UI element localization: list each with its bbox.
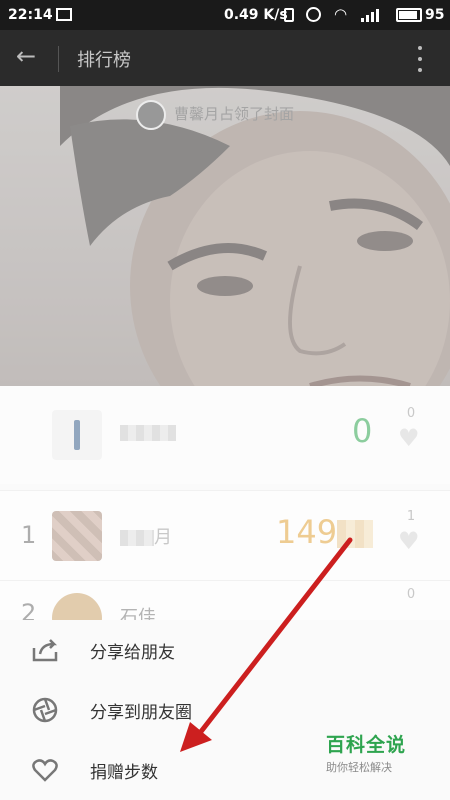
donate-steps-label: 捐赠步数 bbox=[90, 763, 158, 783]
share-icon bbox=[32, 639, 58, 662]
watermark-tagline: 助你轻松解决 bbox=[326, 761, 392, 774]
share-to-friend-label: 分享给朋友 bbox=[90, 643, 175, 663]
more-vert-icon[interactable] bbox=[417, 46, 423, 72]
signal-icon bbox=[361, 8, 383, 22]
modal-backdrop[interactable] bbox=[0, 86, 450, 620]
moments-shutter-icon bbox=[32, 697, 58, 723]
share-to-friend-item[interactable]: 分享给朋友 bbox=[0, 620, 450, 680]
divider bbox=[58, 46, 59, 72]
battery-level: 95 bbox=[425, 7, 445, 23]
watermark-brand: 百科全说 bbox=[326, 734, 407, 756]
network-speed: 0.49 K/s bbox=[224, 7, 288, 23]
battery-icon bbox=[396, 8, 422, 22]
alarm-icon bbox=[306, 7, 321, 22]
page-title: 排行榜 bbox=[77, 50, 131, 71]
watermark: 百科全说 助你轻松解决 bbox=[326, 730, 406, 775]
share-to-moments-label: 分享到朋友圈 bbox=[90, 703, 192, 723]
notification-image-icon bbox=[56, 8, 72, 21]
status-bar: 22:14 0.49 K/s ◠ 95 bbox=[0, 0, 450, 30]
app-bar: ← 排行榜 bbox=[0, 30, 450, 86]
status-time: 22:14 bbox=[8, 7, 53, 23]
heart-hands-icon bbox=[32, 759, 58, 782]
wifi-icon: ◠ bbox=[334, 5, 348, 23]
back-arrow-icon[interactable]: ← bbox=[16, 42, 36, 70]
vibrate-icon bbox=[284, 8, 294, 22]
